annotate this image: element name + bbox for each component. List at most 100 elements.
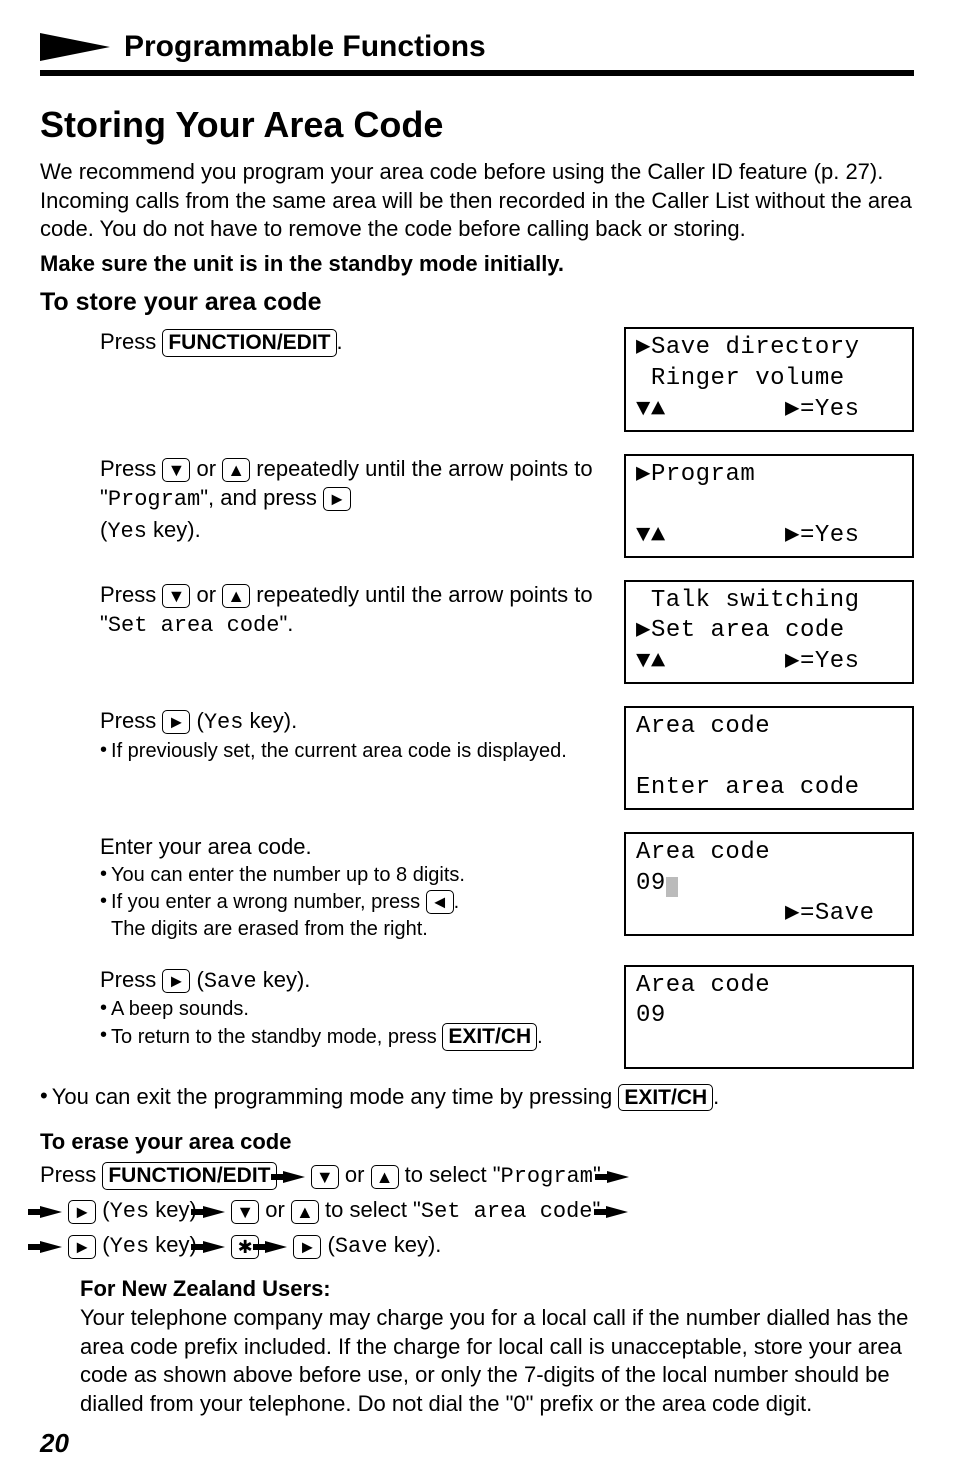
mono-text: Yes	[204, 710, 244, 735]
text: key).	[388, 1232, 442, 1257]
section-title: Programmable Functions	[124, 30, 486, 64]
steps-list: Press FUNCTION/EDIT. ▶Save directory Rin…	[40, 327, 914, 1068]
text: You can exit the programming mode any ti…	[52, 1084, 619, 1109]
text: key).	[147, 517, 201, 542]
right-icon: ►	[293, 1235, 321, 1259]
bullet: •To return to the standby mode, press EX…	[100, 1023, 596, 1051]
step-text: Enter your area code. •You can enter the…	[40, 832, 596, 943]
exit-note: • You can exit the programming mode any …	[40, 1083, 914, 1112]
text: or	[339, 1162, 371, 1187]
text: (	[321, 1232, 334, 1257]
step-text: Press ▼ or ▲ repeatedly until the arrow …	[40, 454, 596, 547]
cursor-icon	[666, 877, 678, 897]
lcd-line: Area code	[636, 839, 770, 866]
text: ".	[279, 611, 293, 636]
lcd-line: 09	[636, 870, 666, 897]
text: (	[96, 1197, 109, 1222]
up-icon: ▲	[222, 584, 250, 608]
bullet: •You can enter the number up to 8 digits…	[100, 862, 596, 889]
left-icon: ◄	[426, 890, 454, 914]
step-text: Press FUNCTION/EDIT.	[40, 327, 596, 357]
nz-note: For New Zealand Users: Your telephone co…	[40, 1275, 914, 1418]
up-icon: ▲	[291, 1200, 319, 1224]
bullet: •If you enter a wrong number, press ◄. T…	[100, 889, 596, 943]
down-icon: ▼	[162, 458, 190, 482]
bullet: •If previously set, the current area cod…	[100, 738, 596, 765]
nz-heading: For New Zealand Users:	[80, 1275, 914, 1304]
mono-text: Save	[335, 1234, 388, 1259]
arrow-right-icon	[283, 1171, 305, 1183]
text: (	[96, 1232, 109, 1257]
right-icon: ►	[162, 969, 190, 993]
right-icon: ►	[162, 710, 190, 734]
text: to select "	[399, 1162, 501, 1187]
text: or	[259, 1197, 291, 1222]
erase-heading: To erase your area code	[40, 1125, 914, 1158]
section-header: Programmable Functions	[40, 30, 914, 64]
text: (	[190, 967, 203, 992]
right-icon: ►	[323, 487, 351, 511]
up-icon: ▲	[371, 1165, 399, 1189]
function-edit-key: FUNCTION/EDIT	[102, 1162, 276, 1189]
divider	[40, 70, 914, 76]
step-text: Press ► (Save key). •A beep sounds. •To …	[40, 965, 596, 1052]
arrow-right-icon	[40, 1206, 62, 1218]
arrow-right-icon	[40, 1241, 62, 1253]
mono-text: Yes	[110, 1234, 150, 1259]
bullet: •A beep sounds.	[100, 996, 596, 1023]
text: Press	[100, 456, 162, 481]
bullet-text: If previously set, the current area code…	[111, 738, 567, 765]
bullet-text: A beep sounds.	[111, 996, 249, 1023]
erase-line: ► (Yes key) ✱ ► (Save key).	[40, 1228, 914, 1263]
arrow-right-icon	[203, 1206, 225, 1218]
text: Press	[100, 708, 162, 733]
exit-ch-key: EXIT/CH	[442, 1023, 537, 1050]
text: ", and press	[200, 485, 323, 510]
down-icon: ▼	[162, 584, 190, 608]
down-icon: ▼	[311, 1165, 339, 1189]
step-text: Press ▼ or ▲ repeatedly until the arrow …	[40, 580, 596, 641]
lcd-display: Area code 09	[624, 965, 914, 1069]
right-icon: ►	[68, 1200, 96, 1224]
exit-ch-key: EXIT/CH	[618, 1084, 713, 1111]
mono-text: Set area code	[108, 613, 280, 638]
page-title: Storing Your Area Code	[40, 104, 914, 146]
mono-text: Yes	[110, 1199, 150, 1224]
arrow-right-icon	[606, 1206, 628, 1218]
text: .	[713, 1084, 719, 1109]
step: Press FUNCTION/EDIT. ▶Save directory Rin…	[40, 327, 914, 431]
text: Press	[100, 329, 162, 354]
bullet-text: You can enter the number up to 8 digits.	[111, 862, 465, 889]
step: Press ▼ or ▲ repeatedly until the arrow …	[40, 580, 914, 684]
nz-body: Your telephone company may charge you fo…	[80, 1304, 914, 1418]
bullet-text: To return to the standby mode, press	[111, 1026, 442, 1048]
mono-text: Program	[108, 487, 200, 512]
lcd-display: ▶Save directory Ringer volume ▼▲ ▶=Yes	[624, 327, 914, 431]
erase-line: ► (Yes key) ▼ or ▲ to select "Set area c…	[40, 1193, 914, 1228]
text: .	[337, 329, 343, 354]
arrow-right-icon	[265, 1241, 287, 1253]
down-icon: ▼	[231, 1200, 259, 1224]
arrow-right-icon	[607, 1171, 629, 1183]
erase-line: Press FUNCTION/EDIT ▼ or ▲ to select "Pr…	[40, 1158, 914, 1193]
step: Enter your area code. •You can enter the…	[40, 832, 914, 943]
intro-text: We recommend you program your area code …	[40, 158, 914, 244]
text: Press	[40, 1162, 102, 1187]
lcd-display: Area code Enter area code	[624, 706, 914, 810]
mono-text: Program	[501, 1164, 593, 1189]
step: Press ► (Yes key). •If previously set, t…	[40, 706, 914, 810]
sub-heading: To store your area code	[40, 288, 914, 317]
step-text: Press ► (Yes key). •If previously set, t…	[40, 706, 596, 765]
right-icon: ►	[68, 1235, 96, 1259]
arrow-right-icon	[40, 33, 110, 61]
text: or	[190, 456, 222, 481]
step: Press ▼ or ▲ repeatedly until the arrow …	[40, 454, 914, 558]
text: Press	[100, 582, 162, 607]
mono-text: Set area code	[421, 1199, 593, 1224]
lcd-display: Area code 09 ▶=Save	[624, 832, 914, 936]
text: (	[190, 708, 203, 733]
text: to select "	[319, 1197, 421, 1222]
intro-bold: Make sure the unit is in the standby mod…	[40, 250, 914, 279]
bullet-text: .	[537, 1026, 543, 1048]
page-number: 20	[40, 1428, 69, 1459]
